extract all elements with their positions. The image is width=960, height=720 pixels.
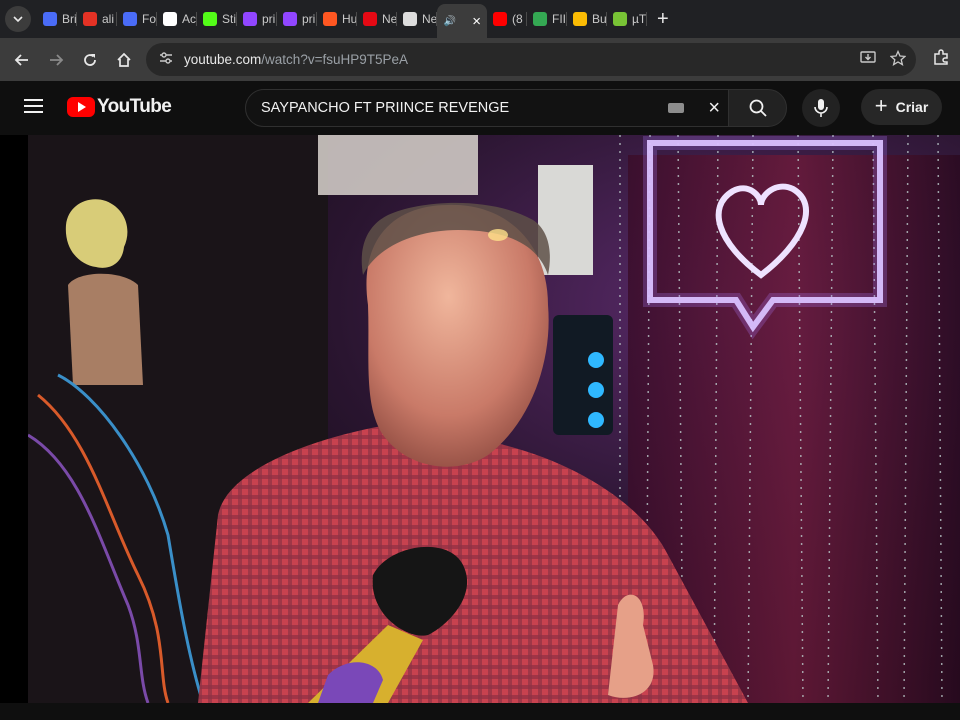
reload-button[interactable] xyxy=(74,44,106,76)
extensions-icon[interactable] xyxy=(932,48,950,70)
tab-title: Bu xyxy=(592,12,607,26)
arrow-left-icon xyxy=(14,53,28,66)
video-scene xyxy=(28,135,960,703)
tab-title: Ne xyxy=(422,12,437,26)
home-button[interactable] xyxy=(108,44,140,76)
browser-tab[interactable]: Ne xyxy=(397,0,437,38)
browser-tab[interactable]: µT xyxy=(607,0,647,38)
tab-title: pri xyxy=(262,12,276,26)
speaker xyxy=(553,315,613,435)
chrome-icon xyxy=(573,12,587,26)
blogger-icon xyxy=(323,12,337,26)
create-button[interactable]: + Criar xyxy=(861,89,942,125)
close-tab-icon[interactable]: × xyxy=(472,13,481,30)
search-input[interactable]: SAYPANCHO FT PRIINCE REVENGE × xyxy=(245,89,729,127)
browser-tab[interactable]: (8 xyxy=(487,0,527,38)
keyboard-icon[interactable] xyxy=(668,103,684,113)
settings-wheel-icon xyxy=(43,12,57,26)
tab-title: Ne xyxy=(382,12,397,26)
speaker-icon: 🔊 xyxy=(443,15,457,27)
tab-title: FII xyxy=(552,12,566,26)
microphone-icon xyxy=(814,99,828,117)
url-host: youtube.com xyxy=(184,52,262,67)
browser-tab[interactable]: FII xyxy=(527,0,567,38)
back-button[interactable] xyxy=(6,44,38,76)
url-path: /watch?v=fsuHP9T5PeA xyxy=(261,52,408,67)
search-query[interactable]: SAYPANCHO FT PRIINCE REVENGE xyxy=(261,100,509,116)
youtube-play-icon xyxy=(67,97,95,117)
url-text[interactable]: youtube.com/watch?v=fsuHP9T5PeA xyxy=(184,52,408,67)
browser-tab[interactable]: Ac xyxy=(157,0,197,38)
browser-tab[interactable]: pri xyxy=(277,0,317,38)
browser-tab[interactable]: Sti xyxy=(197,0,237,38)
youtube-header: YouTube SAYPANCHO FT PRIINCE REVENGE × +… xyxy=(0,81,960,135)
browser-tab[interactable]: ali xyxy=(77,0,117,38)
youtube-logo[interactable]: YouTube xyxy=(67,96,172,118)
chevron-down-icon xyxy=(13,16,23,23)
tab-strip: Bri ali Fo Ac Sti pri pri Hu Ne Ne 🔊 × (8 FII Bu µT xyxy=(37,0,647,38)
tab-title: pri xyxy=(302,12,316,26)
youtube-icon xyxy=(493,12,507,26)
shield-icon xyxy=(533,12,547,26)
voice-search-button[interactable] xyxy=(802,89,840,127)
menu-hamburger-icon[interactable] xyxy=(24,99,43,113)
install-app-icon[interactable] xyxy=(860,51,876,68)
omnibox[interactable]: youtube.com/watch?v=fsuHP9T5PeA xyxy=(146,43,916,76)
tab-search-button[interactable] xyxy=(5,6,31,32)
tab-title: µT xyxy=(632,12,647,26)
tab-title: Hu xyxy=(342,12,357,26)
settings-wheel-icon xyxy=(123,12,137,26)
site-info-icon[interactable] xyxy=(158,51,178,68)
twitch-icon xyxy=(243,12,257,26)
search-icon xyxy=(749,99,767,117)
clear-search-icon[interactable]: × xyxy=(708,97,720,120)
create-label: Criar xyxy=(895,99,929,115)
tab-title: Sti xyxy=(222,12,237,26)
search-button[interactable] xyxy=(728,89,787,127)
tab-title: ali xyxy=(102,12,115,26)
browser-tab[interactable]: Hu xyxy=(317,0,357,38)
browser-tab[interactable]: Ne xyxy=(357,0,397,38)
twitch-icon xyxy=(283,12,297,26)
reload-icon xyxy=(84,53,96,66)
controllers-shelf xyxy=(318,135,478,195)
fn-icon xyxy=(163,12,177,26)
plus-icon: + xyxy=(874,92,888,118)
tab-title: (8 xyxy=(512,12,523,26)
utorrent-icon xyxy=(613,12,627,26)
netflix-icon xyxy=(363,12,377,26)
browser-tab[interactable]: Bu xyxy=(567,0,607,38)
kick-icon xyxy=(203,12,217,26)
cart-icon xyxy=(83,12,97,26)
browser-tab[interactable]: 🔊 × xyxy=(437,4,487,38)
page-bottom-strip xyxy=(0,703,960,720)
bookmark-star-icon[interactable] xyxy=(889,49,907,69)
tab-title: Fo xyxy=(142,12,157,26)
browser-tab[interactable]: Fo xyxy=(117,0,157,38)
tab-title: Ac xyxy=(182,12,197,26)
tab-title: Bri xyxy=(62,12,77,26)
youtube-logo-text: YouTube xyxy=(97,96,172,117)
video-frame[interactable] xyxy=(28,135,960,703)
video-player[interactable] xyxy=(0,135,960,703)
home-icon xyxy=(117,52,131,67)
forward-button[interactable] xyxy=(40,44,72,76)
address-bar-row: youtube.com/watch?v=fsuHP9T5PeA xyxy=(0,38,960,81)
new-tab-button[interactable]: + xyxy=(657,8,669,31)
browser-tab[interactable]: Bri xyxy=(37,0,77,38)
chrome-icon xyxy=(403,12,417,26)
browser-tab-bar: Bri ali Fo Ac Sti pri pri Hu Ne Ne 🔊 × (8 FII Bu µT + xyxy=(0,0,960,38)
arrow-right-icon xyxy=(50,53,64,66)
browser-tab[interactable]: pri xyxy=(237,0,277,38)
